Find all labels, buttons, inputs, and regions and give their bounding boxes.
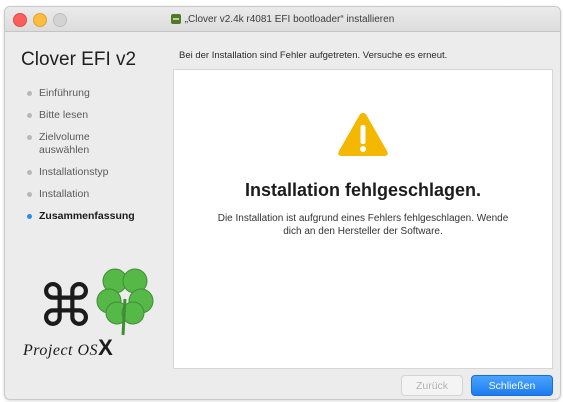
step-dot-icon: [27, 113, 32, 118]
step-read-me: Bitte lesen: [27, 109, 177, 122]
step-label: Zielvolume auswählen: [39, 131, 90, 156]
step-label: Einführung: [39, 87, 90, 99]
logo-text-prefix: Project OS: [23, 342, 99, 359]
step-list: Einführung Bitte lesen Zielvolume auswäh…: [27, 87, 177, 232]
step-dot-icon: [27, 135, 32, 140]
four-leaf-clover-icon: [96, 268, 154, 336]
step-destination: Zielvolume auswählen: [27, 131, 119, 157]
step-label: Installationstyp: [39, 166, 109, 178]
warning-triangle-icon: [338, 113, 388, 156]
close-button[interactable]: Schließen: [471, 375, 553, 396]
failure-message: Die Installation ist aufgrund eines Fehl…: [217, 213, 509, 237]
back-button[interactable]: Zurück: [401, 375, 463, 396]
logo-text-x: X: [98, 335, 114, 360]
app-title: Clover EFI v2: [21, 49, 137, 70]
window-title-text: „Clover v2.4k r4081 EFI bootloader“ inst…: [184, 13, 395, 25]
logo-wordmark: Project OSX: [23, 335, 113, 361]
window-title: „Clover v2.4k r4081 EFI bootloader“ inst…: [5, 7, 560, 31]
project-osx-logo: ⌘ Project OSX: [19, 265, 169, 365]
step-dot-icon: [27, 91, 32, 96]
step-label: Bitte lesen: [39, 109, 89, 121]
failure-headline: Installation fehlgeschlagen.: [244, 180, 482, 200]
installer-window: „Clover v2.4k r4081 EFI bootloader“ inst…: [4, 6, 561, 400]
command-key-icon: ⌘: [37, 272, 95, 340]
step-installation-type: Installationstyp: [27, 166, 177, 179]
step-dot-icon: [27, 192, 32, 197]
step-label: Zusammenfassung: [39, 210, 135, 222]
package-icon: [170, 14, 181, 24]
content-panel: Installation fehlgeschlagen. Die Install…: [173, 69, 553, 369]
title-bar[interactable]: „Clover v2.4k r4081 EFI bootloader“ inst…: [5, 7, 560, 32]
step-dot-icon: [27, 214, 32, 219]
step-dot-icon: [27, 170, 32, 175]
step-summary: Zusammenfassung: [27, 210, 177, 223]
step-label: Installation: [39, 188, 90, 200]
step-introduction: Einführung: [27, 87, 177, 100]
step-installation: Installation: [27, 188, 177, 201]
error-banner: Bei der Installation sind Fehler aufgetr…: [179, 50, 448, 61]
